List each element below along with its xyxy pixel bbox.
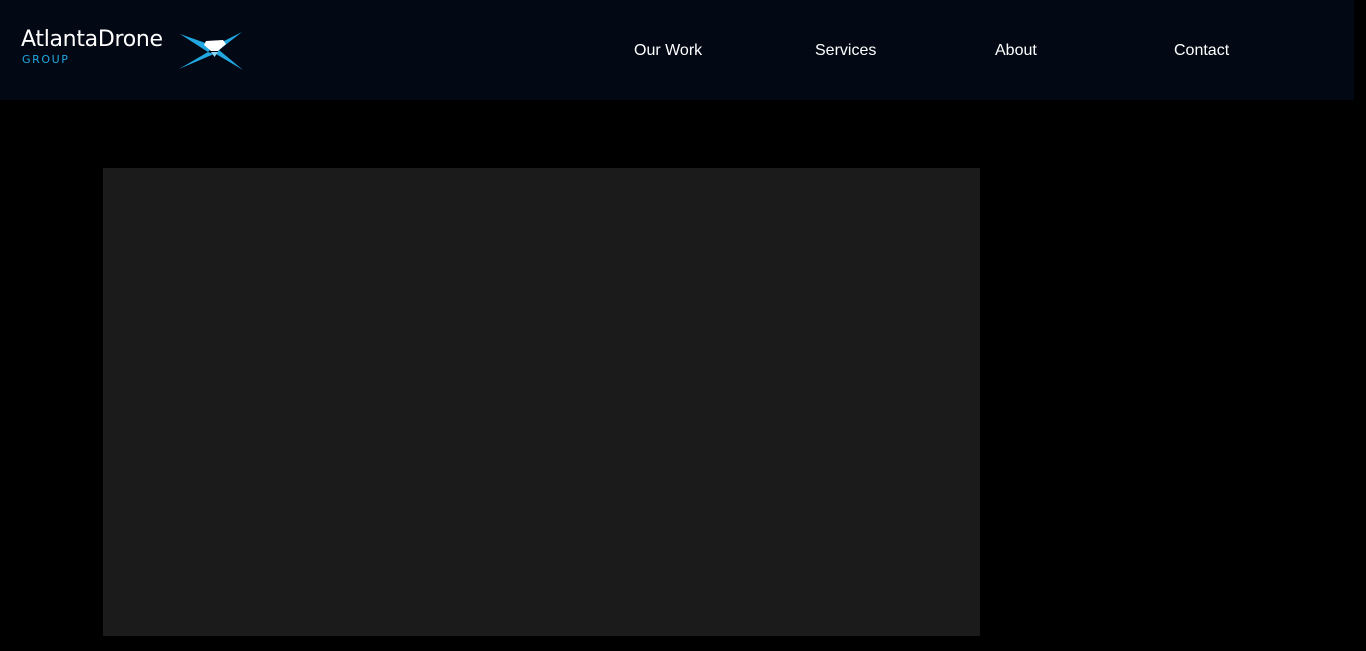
nav-link-services[interactable]: Services	[815, 41, 876, 60]
brand-name: AtlantaDrone	[21, 27, 163, 52]
scrollbar-gutter[interactable]	[1354, 0, 1366, 651]
drone-x-icon	[179, 32, 243, 70]
page: AtlantaDrone GROUP Our Work Services Abo…	[0, 0, 1366, 651]
nav-link-contact[interactable]: Contact	[1174, 41, 1229, 60]
brand-logo-link[interactable]: AtlantaDrone GROUP	[21, 27, 246, 73]
nav-link-our-work[interactable]: Our Work	[634, 41, 702, 60]
media-placeholder	[103, 168, 980, 636]
site-header: AtlantaDrone GROUP Our Work Services Abo…	[0, 0, 1354, 100]
nav-link-about[interactable]: About	[995, 41, 1037, 60]
brand-subtitle: GROUP	[22, 53, 70, 66]
